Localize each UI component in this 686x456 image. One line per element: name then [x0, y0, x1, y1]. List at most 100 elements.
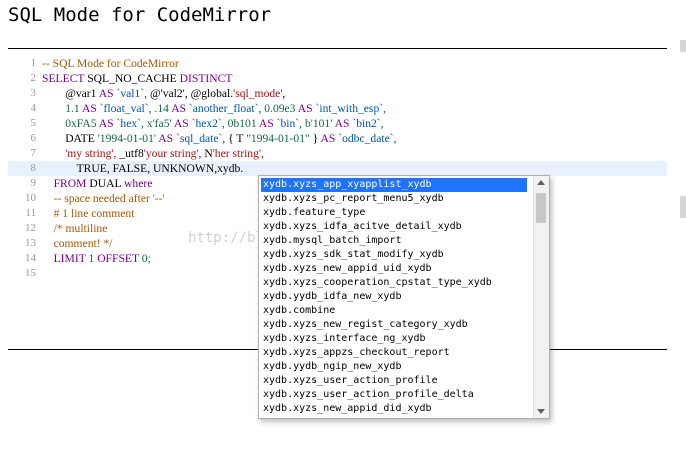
line-code: 0xFA5 AS `hex`, x'fa5' AS `hex2`, 0b101 … — [42, 116, 384, 131]
code-token: AS — [320, 132, 339, 145]
page-scroll-thumb[interactable] — [680, 196, 686, 218]
line-number: 6 — [30, 132, 37, 144]
autocomplete-item[interactable]: xydb.xyzs_appzs_checkout_report — [259, 346, 531, 360]
code-line[interactable]: 8 TRUE, FALSE, UNKNOWN,xydb. — [8, 161, 667, 176]
scroll-up-arrow-icon[interactable] — [537, 180, 545, 185]
code-line[interactable]: 2 SELECT SQL_NO_CACHE DISTINCT — [8, 71, 667, 86]
code-token: FROM — [53, 177, 90, 190]
page-scroll-nub[interactable] — [680, 40, 686, 52]
line-number: 5 — [30, 117, 37, 129]
autocomplete-item[interactable]: xydb.xyzs_sdk_stat_modify_xydb — [259, 248, 531, 262]
line-code: /* multiline — [42, 221, 108, 236]
page-scrollbar[interactable] — [678, 0, 686, 456]
code-token: -- SQL Mode for CodeMirror — [42, 57, 179, 70]
code-line[interactable]: 4 1.1 AS `float_val`, .14 AS `another_fl… — [8, 101, 667, 116]
scroll-thumb[interactable] — [536, 193, 546, 223]
autocomplete-item[interactable]: xydb.xyzs_interface_ng_xydb — [259, 332, 531, 346]
autocomplete-item[interactable]: xydb.combine — [259, 304, 531, 318]
code-line[interactable]: 6 DATE '1994-01-01' AS `sql_date`, { T "… — [8, 131, 667, 146]
line-code: DATE '1994-01-01' AS `sql_date`, { T "19… — [42, 131, 396, 146]
code-token: /* multiline — [53, 222, 108, 235]
code-token: xydb. — [217, 162, 244, 175]
code-token: AS — [173, 117, 192, 130]
autocomplete-item[interactable]: xydb.xyzs_user_action_profile_delta — [259, 388, 531, 402]
code-token: AS — [258, 117, 277, 130]
code-token: DISTINCT — [179, 72, 233, 85]
line-code: 'my string', _utf8'your string', N'her s… — [42, 146, 264, 161]
autocomplete-item[interactable]: xydb.xyzs_new_appid_did_xydb — [259, 402, 531, 416]
code-token: .14 — [154, 102, 172, 115]
code-token: AS — [297, 102, 316, 115]
code-token: AS — [98, 87, 117, 100]
code-token: "1994-01-01" — [246, 132, 313, 145]
autocomplete-item[interactable]: xydb.xyzs_new_regist_category_xydb — [259, 318, 531, 332]
line-number: 1 — [30, 57, 37, 69]
code-token: 1 — [88, 252, 98, 265]
autocomplete-dropdown[interactable]: xydb.xyzs_app_xyapplist_xydb xydb.xyzs_pc… — [258, 175, 550, 419]
code-token: AS — [98, 117, 117, 130]
autocomplete-item[interactable]: xydb.xyzs_new_appid_uid_xydb — [259, 262, 531, 276]
code-token: N — [204, 147, 213, 160]
code-token: 1.1 — [65, 102, 82, 115]
autocomplete-item[interactable]: xydb.mysql_batch_import — [259, 234, 531, 248]
code-token: 0.09e3 — [264, 102, 298, 115]
line-code: -- space needed after '--' — [42, 191, 165, 206]
line-number: 11 — [25, 207, 36, 219]
scroll-down-arrow-icon[interactable] — [537, 409, 545, 414]
code-token: `odbc_date`, — [338, 132, 397, 145]
code-token: _utf8 — [119, 147, 144, 160]
autocomplete-item[interactable]: xydb.xyzs_cooperation_cpstat_type_xydb — [259, 276, 531, 290]
code-line[interactable]: 7 'my string', _utf8'your string', N'her… — [8, 146, 667, 161]
code-token: 'her string', — [212, 147, 264, 160]
code-token: SELECT — [42, 72, 88, 85]
line-code: @var1 AS `val1`, @'val2', @global.'sql_m… — [42, 86, 285, 101]
line-number: 3 — [30, 87, 37, 99]
line-code: TRUE, FALSE, UNKNOWN,xydb. — [42, 161, 244, 176]
code-token: 0xFA5 — [65, 117, 99, 130]
line-number: 2 — [30, 72, 37, 84]
code-token: `hex`, — [116, 117, 147, 130]
code-line[interactable]: 3 @var1 AS `val1`, @'val2', @global.'sql… — [8, 86, 667, 101]
line-number: 14 — [25, 252, 36, 264]
autocomplete-list: xydb.xyzs_app_xyapplist_xydb xydb.xyzs_pc… — [259, 176, 531, 416]
line-code: 1.1 AS `float_val`, .14 AS `another_floa… — [42, 101, 386, 116]
line-code: FROM DUAL where — [42, 176, 153, 191]
code-token: `sql_date`, — [176, 132, 229, 145]
line-number: 4 — [30, 102, 37, 114]
autocomplete-item[interactable]: xydb.xyzs_pc_report_menu5_xydb — [259, 192, 531, 206]
autocomplete-item[interactable]: xydb.yydb_idfa_new_xydb — [259, 290, 531, 304]
line-number: 10 — [25, 192, 36, 204]
line-code: SELECT SQL_NO_CACHE DISTINCT — [42, 71, 232, 86]
code-line[interactable]: 5 0xFA5 AS `hex`, x'fa5' AS `hex2`, 0b10… — [8, 116, 667, 131]
code-token: where — [124, 177, 153, 190]
code-token: DATE — [65, 132, 98, 145]
autocomplete-item[interactable]: xydb.xyzs_user_action_profile — [259, 374, 531, 388]
line-number: 7 — [30, 147, 37, 159]
code-token: `bin2`, — [352, 117, 384, 130]
code-token: 0b101 — [227, 117, 259, 130]
code-token: # 1 line comment — [53, 207, 135, 220]
autocomplete-scrollbar[interactable] — [533, 176, 549, 418]
code-token: comment! */ — [53, 237, 113, 250]
code-token: , — [282, 87, 286, 100]
autocomplete-item[interactable]: xydb.feature_type — [259, 206, 531, 220]
code-line[interactable]: 1 -- SQL Mode for CodeMirror — [8, 56, 667, 71]
code-token: 'my string', — [65, 147, 120, 160]
code-token: `bin`, — [276, 117, 305, 130]
autocomplete-item[interactable]: xydb.xyzs_app_xyapplist_xydb — [261, 178, 527, 192]
code-token: -- space needed after '--' — [53, 192, 165, 205]
autocomplete-item[interactable]: xydb.yydb_ngip_new_xydb — [259, 360, 531, 374]
code-token: LIMIT — [53, 252, 89, 265]
autocomplete-item[interactable]: xydb.xyzs_idfa_acitve_detail_xydb — [259, 220, 531, 234]
code-token: @var1 — [65, 87, 99, 100]
code-token: AS — [81, 102, 100, 115]
